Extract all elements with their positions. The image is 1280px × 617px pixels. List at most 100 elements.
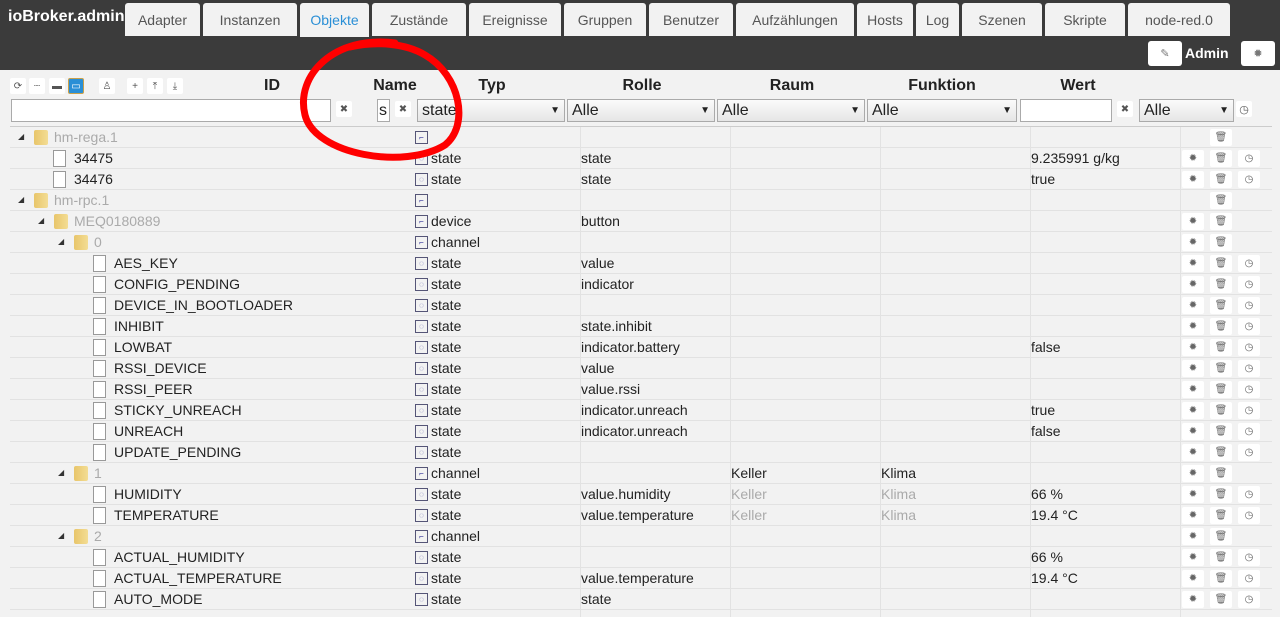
expand-toggle-icon[interactable]: ◢ [58,531,64,540]
table-row[interactable]: STICKY_UNREACH ◌ state indicator.unreach tru… [10,400,1272,421]
clock-icon-button[interactable]: ◷ [1238,423,1260,440]
gear-icon-button[interactable]: ✹ [1182,150,1204,167]
table-row[interactable]: ◢ hm-rega.1 ⌐ 🗑 [10,127,1272,148]
clock-icon-button[interactable]: ◷ [1238,171,1260,188]
trash-icon-button[interactable]: 🗑 [1210,276,1232,293]
clock-icon-button[interactable]: ◷ [1238,339,1260,356]
column-header-room[interactable]: Raum [750,77,834,95]
clear-value-filter-button[interactable]: ✖ [1117,101,1133,117]
expand-toggle-icon[interactable]: ◢ [58,237,64,246]
object-value[interactable]: false [1031,423,1061,439]
gear-icon-button[interactable]: ✹ [1182,507,1204,524]
gear-icon-button[interactable]: ✹ [1182,255,1204,272]
clock-icon-button[interactable]: ◷ [1238,276,1260,293]
table-row[interactable]: RSSI_DEVICE ◌ state value ✹ 🗑 ◷ [10,358,1272,379]
trash-icon-button[interactable]: 🗑 [1210,129,1232,146]
trash-icon-button[interactable]: 🗑 [1210,528,1232,545]
table-row[interactable]: DEVICE_IN_BOOTLOADER ◌ state ✹ 🗑 ◷ [10,295,1272,316]
folder-expand-icon[interactable]: ▭ [68,78,84,94]
tab-benutzer[interactable]: Benutzer [649,3,733,36]
object-value[interactable]: true [1031,402,1055,418]
column-header-value[interactable]: Wert [1040,77,1116,95]
trash-icon-button[interactable]: 🗑 [1210,549,1232,566]
gear-icon-button[interactable]: ✹ [1182,297,1204,314]
settings-button[interactable]: ✹ [1241,41,1275,66]
trash-icon-button[interactable]: 🗑 [1210,297,1232,314]
object-value[interactable]: true [1031,171,1055,187]
gear-icon-button[interactable]: ✹ [1182,465,1204,482]
clock-icon-button[interactable]: ◷ [1238,444,1260,461]
clear-name-filter-button[interactable]: ✖ [395,101,411,117]
object-value[interactable]: 66 % [1031,486,1063,502]
table-row[interactable]: ◢ 2 ⌐ channel ✹ 🗑 [10,526,1272,547]
table-row[interactable]: TEMPERATURE ◌ state value.temperature Keller… [10,505,1272,526]
trash-icon-button[interactable]: 🗑 [1210,570,1232,587]
tab-zust-nde[interactable]: Zustände [372,3,466,36]
trash-icon-button[interactable]: 🗑 [1210,234,1232,251]
gear-icon-button[interactable]: ✹ [1182,276,1204,293]
trash-icon-button[interactable]: 🗑 [1210,339,1232,356]
column-header-role[interactable]: Rolle [600,77,684,95]
table-row[interactable]: 34475 ◌ state state 9.235991 g/kg ✹ 🗑 ◷ [10,148,1272,169]
clock-icon-button[interactable]: ◷ [1238,486,1260,503]
trash-icon-button[interactable]: 🗑 [1210,255,1232,272]
trash-icon-button[interactable]: 🗑 [1210,171,1232,188]
object-value[interactable]: 66 % [1031,549,1063,565]
trash-icon-button[interactable]: 🗑 [1210,381,1232,398]
tab-adapter[interactable]: Adapter [125,3,200,36]
tab-skripte[interactable]: Skripte [1045,3,1125,36]
edit-icon-button[interactable]: ✎ [1148,41,1182,66]
gear-icon-button[interactable]: ✹ [1182,402,1204,419]
expand-toggle-icon[interactable]: ◢ [38,216,44,225]
gear-icon-button[interactable]: ✹ [1182,570,1204,587]
clear-id-filter-button[interactable]: ✖ [336,101,352,117]
expand-toggle-icon[interactable]: ◢ [18,195,24,204]
tab-aufz-hlungen[interactable]: Aufzählungen [736,3,854,36]
gear-icon-button[interactable]: ✹ [1182,423,1204,440]
trash-icon-button[interactable]: 🗑 [1210,360,1232,377]
folder-collapse-icon[interactable]: ▬ [49,78,65,94]
refresh-icon[interactable]: ⟳ [10,78,26,94]
table-row[interactable]: UNREACH ◌ state indicator.unreach false ✹ 🗑 ◷ [10,421,1272,442]
table-row[interactable]: HUMIDITY ◌ state value.humidity Keller Klima 6… [10,484,1272,505]
gear-icon-button[interactable]: ✹ [1182,528,1204,545]
tab-gruppen[interactable]: Gruppen [564,3,646,36]
table-row[interactable]: ◢ 1 ⌐ channel Keller Klima ✹ 🗑 [10,463,1272,484]
clock-icon-button[interactable]: ◷ [1238,297,1260,314]
name-filter-input[interactable]: s [377,99,390,122]
gear-icon-button[interactable]: ✹ [1182,444,1204,461]
expand-toggle-icon[interactable]: ◢ [18,132,24,141]
clock-icon-button[interactable]: ◷ [1238,402,1260,419]
gear-icon-button[interactable]: ✹ [1182,171,1204,188]
clock-icon-button[interactable]: ◷ [1238,381,1260,398]
clock-icon-button[interactable]: ◷ [1238,507,1260,524]
tab-instanzen[interactable]: Instanzen [203,3,297,36]
column-header-type[interactable]: Typ [460,77,524,95]
column-header-name[interactable]: Name [360,77,430,95]
room-filter-select[interactable]: Alle ▼ [717,99,865,122]
history-clock-icon[interactable]: ◷ [1236,101,1252,117]
gear-icon-button[interactable]: ✹ [1182,486,1204,503]
table-row[interactable]: RSSI_PEER ◌ state value.rssi ✹ 🗑 ◷ [10,379,1272,400]
table-row[interactable]: AUTO_MODE ◌ state state ✹ 🗑 ◷ [10,589,1272,610]
clock-icon-button[interactable]: ◷ [1238,318,1260,335]
add-icon[interactable]: + [127,78,143,94]
table-row[interactable]: ACTUAL_TEMPERATURE ◌ state value.temperatur… [10,568,1272,589]
type-filter-select[interactable]: state ▼ [417,99,565,122]
tab-objekte[interactable]: Objekte [300,3,369,37]
tab-szenen[interactable]: Szenen [962,3,1042,36]
trash-icon-button[interactable]: 🗑 [1210,192,1232,209]
expand-toggle-icon[interactable]: ◢ [58,468,64,477]
clock-icon-button[interactable]: ◷ [1238,591,1260,608]
tab-hosts[interactable]: Hosts [857,3,913,36]
clock-icon-button[interactable]: ◷ [1238,255,1260,272]
trash-icon-button[interactable]: 🗑 [1210,591,1232,608]
clock-icon-button[interactable]: ◷ [1238,360,1260,377]
trash-icon-button[interactable]: 🗑 [1210,150,1232,167]
role-filter-select[interactable]: Alle ▼ [567,99,715,122]
trash-icon-button[interactable]: 🗑 [1210,486,1232,503]
tab-node-red-0[interactable]: node-red.0 [1128,3,1230,36]
value-type-filter-select[interactable]: Alle ▼ [1139,99,1234,122]
trash-icon-button[interactable]: 🗑 [1210,465,1232,482]
id-filter-input[interactable] [11,99,331,122]
